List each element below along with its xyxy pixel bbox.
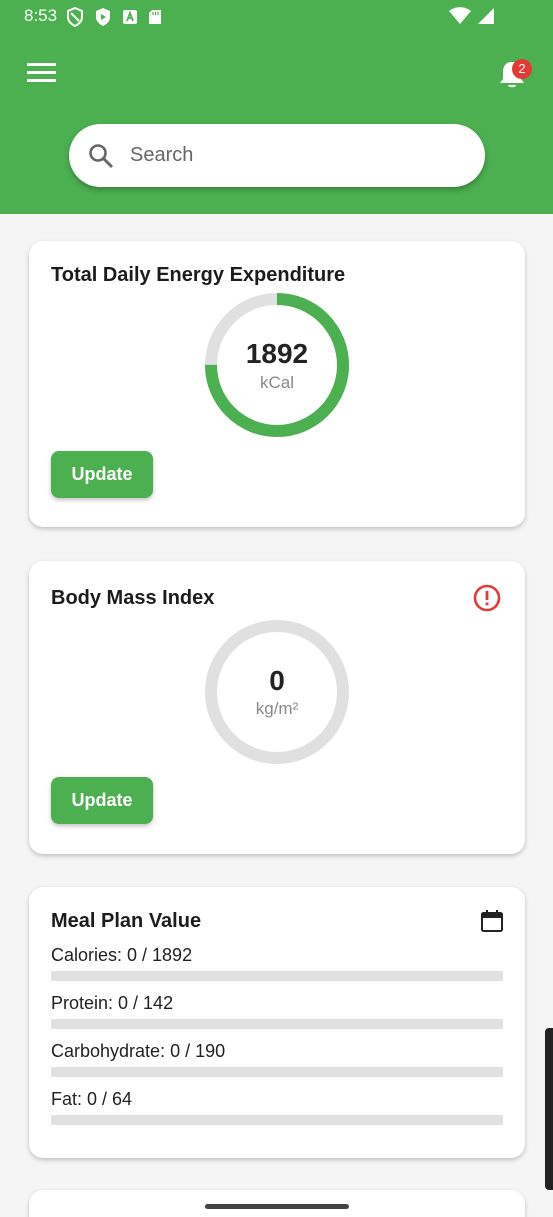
meal-plan-card: Meal Plan Value Calories: 0 / 1892 Prote…	[29, 887, 525, 1158]
status-time: 8:53	[24, 6, 58, 25]
bmi-value: 0	[269, 665, 285, 696]
carbohydrate-label: Carbohydrate: 0 / 190	[51, 1041, 226, 1061]
notifications-button[interactable]: 2	[494, 56, 532, 92]
search-bar[interactable]	[69, 124, 485, 187]
sd-card-icon	[149, 10, 161, 24]
signal-icon	[478, 8, 494, 24]
tdee-update-button[interactable]: Update	[51, 451, 153, 498]
alert-icon[interactable]	[472, 583, 502, 613]
calories-progress-bar	[51, 971, 503, 981]
status-icons-left	[66, 7, 162, 27]
protein-progress-bar	[51, 1019, 503, 1029]
tdee-title: Total Daily Energy Expenditure	[51, 264, 346, 286]
scrollbar-handle[interactable]	[545, 1028, 553, 1190]
search-icon	[89, 143, 114, 168]
meal-plan-title: Meal Plan Value	[51, 910, 202, 932]
fat-label: Fat: 0 / 64	[51, 1089, 133, 1109]
hamburger-menu-icon[interactable]	[26, 60, 58, 86]
protein-label: Protein: 0 / 142	[51, 993, 174, 1013]
wifi-icon	[449, 7, 471, 24]
play-protect-icon	[96, 8, 110, 26]
app-header: 8:53 2	[0, 0, 553, 214]
search-input[interactable]	[130, 144, 430, 167]
bmi-update-button[interactable]: Update	[51, 777, 153, 824]
gesture-navigation-bar[interactable]	[205, 1204, 349, 1209]
calories-label: Calories: 0 / 1892	[51, 945, 193, 965]
carbohydrate-progress-bar	[51, 1067, 503, 1077]
status-bar: 8:53	[0, 0, 553, 34]
tdee-unit: kCal	[259, 373, 294, 392]
bmi-card: Body Mass Index 0 kg/m² Update	[29, 561, 525, 854]
tdee-card: Total Daily Energy Expenditure 1892 kCal…	[29, 241, 525, 527]
calendar-icon[interactable]	[480, 909, 504, 933]
status-icons-right	[449, 7, 495, 25]
vpn-shield-icon	[67, 7, 83, 27]
app-a-icon	[123, 10, 137, 24]
notification-badge: 2	[512, 59, 532, 79]
tdee-value: 1892	[245, 338, 309, 369]
fat-progress-bar	[51, 1115, 503, 1125]
bmi-unit: kg/m²	[255, 699, 299, 718]
bmi-title: Body Mass Index	[51, 587, 215, 609]
